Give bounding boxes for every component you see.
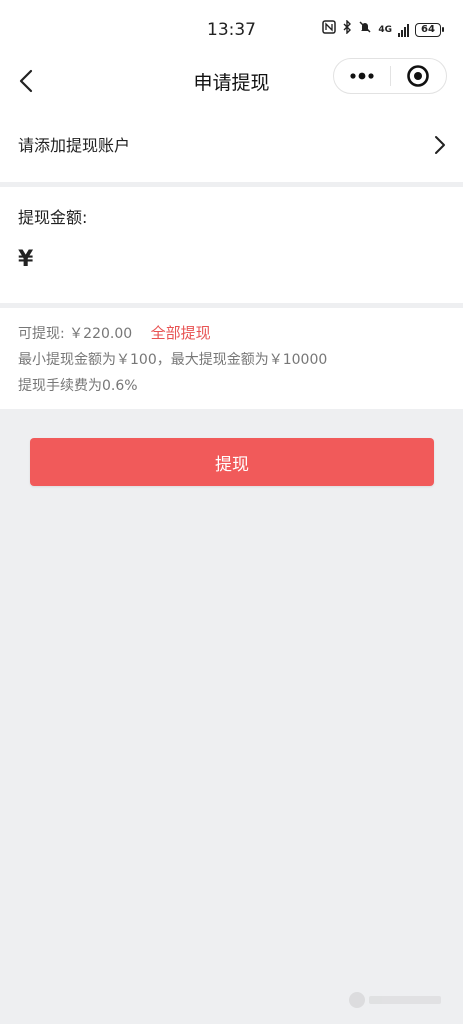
chevron-right-icon	[433, 134, 447, 156]
amount-input[interactable]	[44, 245, 428, 277]
withdraw-all-link[interactable]: 全部提现	[151, 324, 211, 342]
mini-program-capsule	[333, 58, 447, 94]
available-value: ￥220.00	[69, 326, 133, 342]
target-close-icon	[407, 65, 430, 87]
close-button[interactable]	[391, 59, 447, 93]
withdraw-submit-button[interactable]: 提现	[30, 438, 434, 486]
more-button[interactable]	[334, 59, 390, 93]
nav-bar: 申请提现	[0, 58, 463, 102]
network-type: 4G	[378, 24, 392, 35]
amount-label: 提现金额:	[18, 208, 88, 227]
add-account-row[interactable]: 请添加提现账户	[0, 102, 463, 187]
status-icons: 4G 64	[322, 19, 444, 40]
nfc-icon	[322, 20, 337, 40]
status-bar: 13:37 4G 64	[0, 0, 463, 62]
amount-section: 提现金额: ¥	[0, 187, 463, 308]
watermark	[349, 992, 441, 1008]
add-account-label: 请添加提现账户	[18, 136, 131, 155]
signal-icon	[398, 23, 409, 37]
battery-icon: 64	[415, 23, 444, 37]
fee-text: 提现手续费为0.6%	[18, 378, 138, 394]
limits-text: 最小提现金额为￥100，最大提现金额为￥10000	[18, 352, 328, 368]
withdraw-info-section: 可提现: ￥220.00 全部提现 最小提现金额为￥100，最大提现金额为￥10…	[0, 308, 463, 409]
watermark-logo-icon	[349, 992, 365, 1008]
available-label: 可提现:	[18, 326, 65, 342]
bluetooth-icon	[342, 19, 352, 40]
watermark-bar	[369, 996, 441, 1004]
mute-icon	[358, 20, 372, 40]
available-balance-line: 可提现: ￥220.00 全部提现	[18, 322, 211, 343]
more-dots-icon	[350, 72, 374, 80]
currency-symbol: ¥	[18, 247, 34, 272]
